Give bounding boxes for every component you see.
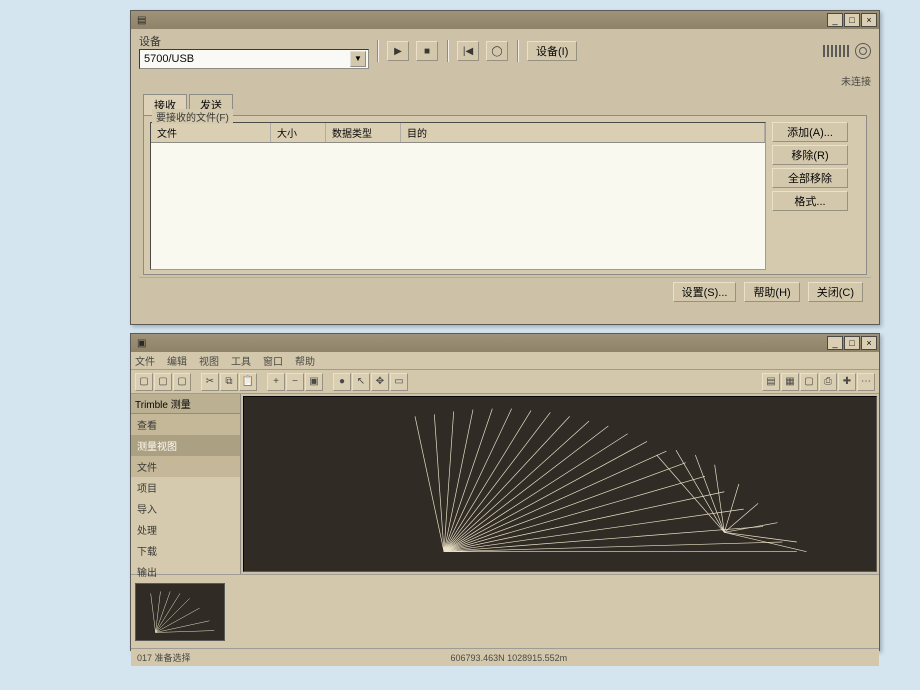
new-icon[interactable]: ▢ xyxy=(135,373,153,391)
titlebar: ▤ _ □ × xyxy=(131,11,879,29)
remove-button[interactable]: 移除(R) xyxy=(772,145,848,165)
save-icon[interactable]: ▢ xyxy=(173,373,191,391)
sidebar-item-view[interactable]: 查看 xyxy=(131,414,240,435)
close-dialog-button[interactable]: 关闭(C) xyxy=(808,282,863,302)
maximize-button[interactable]: □ xyxy=(844,13,860,27)
col-type[interactable]: 数据类型 xyxy=(326,123,401,142)
status-coordinates: 606793.463N 1028915.552m xyxy=(451,653,568,663)
menu-edit[interactable]: 编辑 xyxy=(167,353,187,368)
play-icon[interactable]: ▶ xyxy=(387,41,409,61)
device-value: 5700/USB xyxy=(144,53,194,65)
status-left: 017 准备选择 xyxy=(137,651,191,664)
sidebar-item-export[interactable]: 输出 xyxy=(131,561,240,582)
col-file[interactable]: 文件 xyxy=(151,123,271,142)
paste-icon[interactable]: 📋 xyxy=(239,373,257,391)
close-button[interactable]: × xyxy=(861,13,877,27)
connection-status-icons xyxy=(823,43,871,59)
separator xyxy=(377,40,379,62)
baselines-graphic xyxy=(244,397,876,571)
separator xyxy=(447,40,449,62)
zoom-fit-icon[interactable]: ▣ xyxy=(305,373,323,391)
col-size[interactable]: 大小 xyxy=(271,123,326,142)
maximize-button[interactable]: □ xyxy=(844,336,860,350)
connection-status-label: 未连接 xyxy=(139,73,871,88)
menu-help[interactable]: 帮助 xyxy=(295,353,315,368)
select-icon[interactable]: ▭ xyxy=(390,373,408,391)
close-button[interactable]: × xyxy=(861,336,877,350)
tool-icon[interactable]: ✚ xyxy=(838,373,856,391)
titlebar: ▣ _ □ × xyxy=(131,334,879,352)
info-icon[interactable]: ● xyxy=(333,373,351,391)
cut-icon[interactable]: ✂ xyxy=(201,373,219,391)
sidebar-item-process[interactable]: 处理 xyxy=(131,519,240,540)
device-label: 设备 xyxy=(139,33,369,49)
device-info-button[interactable]: 设备(I) xyxy=(527,41,577,61)
menubar: 文件 编辑 视图 工具 窗口 帮助 xyxy=(131,352,879,370)
pointer-icon[interactable]: ↖ xyxy=(352,373,370,391)
file-listview[interactable]: 文件 大小 数据类型 目的 xyxy=(150,122,766,270)
title-icon: ▤ xyxy=(133,15,826,26)
gear-icon xyxy=(855,43,871,59)
circle-icon[interactable]: ◯ xyxy=(486,41,508,61)
sidebar: Trimble 测量 查看 测量视图 文件 项目 导入 处理 下载 输出 报告 … xyxy=(131,394,241,574)
sidebar-item-project[interactable]: 项目 xyxy=(131,477,240,498)
menu-window[interactable]: 窗口 xyxy=(263,353,283,368)
format-button[interactable]: 格式... xyxy=(772,191,848,211)
add-button[interactable]: 添加(A)... xyxy=(772,122,848,142)
print-icon[interactable]: ⎙ xyxy=(819,373,837,391)
window-icon[interactable]: ▢ xyxy=(800,373,818,391)
more-icon[interactable]: ⋯ xyxy=(857,373,875,391)
zoom-out-icon[interactable]: − xyxy=(286,373,304,391)
col-dest[interactable]: 目的 xyxy=(401,123,765,142)
thumbnail[interactable] xyxy=(135,583,225,641)
chevron-down-icon[interactable]: ▼ xyxy=(350,51,366,67)
minimize-button[interactable]: _ xyxy=(827,336,843,350)
statusbar: 017 准备选择 606793.463N 1028915.552m xyxy=(131,648,879,666)
sidebar-item-download[interactable]: 下载 xyxy=(131,540,240,561)
menu-tools[interactable]: 工具 xyxy=(231,353,251,368)
menu-view[interactable]: 视图 xyxy=(199,353,219,368)
menu-file[interactable]: 文件 xyxy=(135,353,155,368)
sidebar-item-survey-view[interactable]: 测量视图 xyxy=(131,435,240,456)
sidebar-item-import[interactable]: 导入 xyxy=(131,498,240,519)
separator xyxy=(517,40,519,62)
layout-icon[interactable]: ▤ xyxy=(762,373,780,391)
groupbox-legend: 要接收的文件(F) xyxy=(152,109,233,124)
app-icon: ▣ xyxy=(133,338,826,349)
minimize-button[interactable]: _ xyxy=(827,13,843,27)
settings-button[interactable]: 设置(S)... xyxy=(673,282,737,302)
remove-all-button[interactable]: 全部移除 xyxy=(772,168,848,188)
toolbar: ▢ ▢ ▢ ✂ ⧉ 📋 + − ▣ ● ↖ ✥ ▭ ▤ ▦ ▢ ⎙ ✚ ⋯ xyxy=(131,370,879,394)
survey-viewport[interactable] xyxy=(243,396,877,572)
grid-icon[interactable]: ▦ xyxy=(781,373,799,391)
plug-icon xyxy=(823,45,851,57)
pan-icon[interactable]: ✥ xyxy=(371,373,389,391)
files-groupbox: 要接收的文件(F) 文件 大小 数据类型 目的 添加(A)... 移除(R) 全… xyxy=(143,115,867,275)
stop-icon[interactable]: ■ xyxy=(416,41,438,61)
copy-icon[interactable]: ⧉ xyxy=(220,373,238,391)
help-button[interactable]: 帮助(H) xyxy=(744,282,799,302)
sidebar-title: Trimble 测量 xyxy=(131,394,240,414)
thumbnail-strip xyxy=(131,574,879,648)
tgo-window: ▣ _ □ × 文件 编辑 视图 工具 窗口 帮助 ▢ ▢ ▢ ✂ ⧉ 📋 + … xyxy=(130,333,880,651)
device-select[interactable]: 5700/USB ▼ xyxy=(139,49,369,69)
list-header: 文件 大小 数据类型 目的 xyxy=(151,123,765,143)
zoom-in-icon[interactable]: + xyxy=(267,373,285,391)
rewind-icon[interactable]: |◀ xyxy=(457,41,479,61)
data-transfer-window: ▤ _ □ × 设备 5700/USB ▼ ▶ ■ |◀ ◯ 设备(I) xyxy=(130,10,880,325)
sidebar-item-file[interactable]: 文件 xyxy=(131,456,240,477)
open-icon[interactable]: ▢ xyxy=(154,373,172,391)
